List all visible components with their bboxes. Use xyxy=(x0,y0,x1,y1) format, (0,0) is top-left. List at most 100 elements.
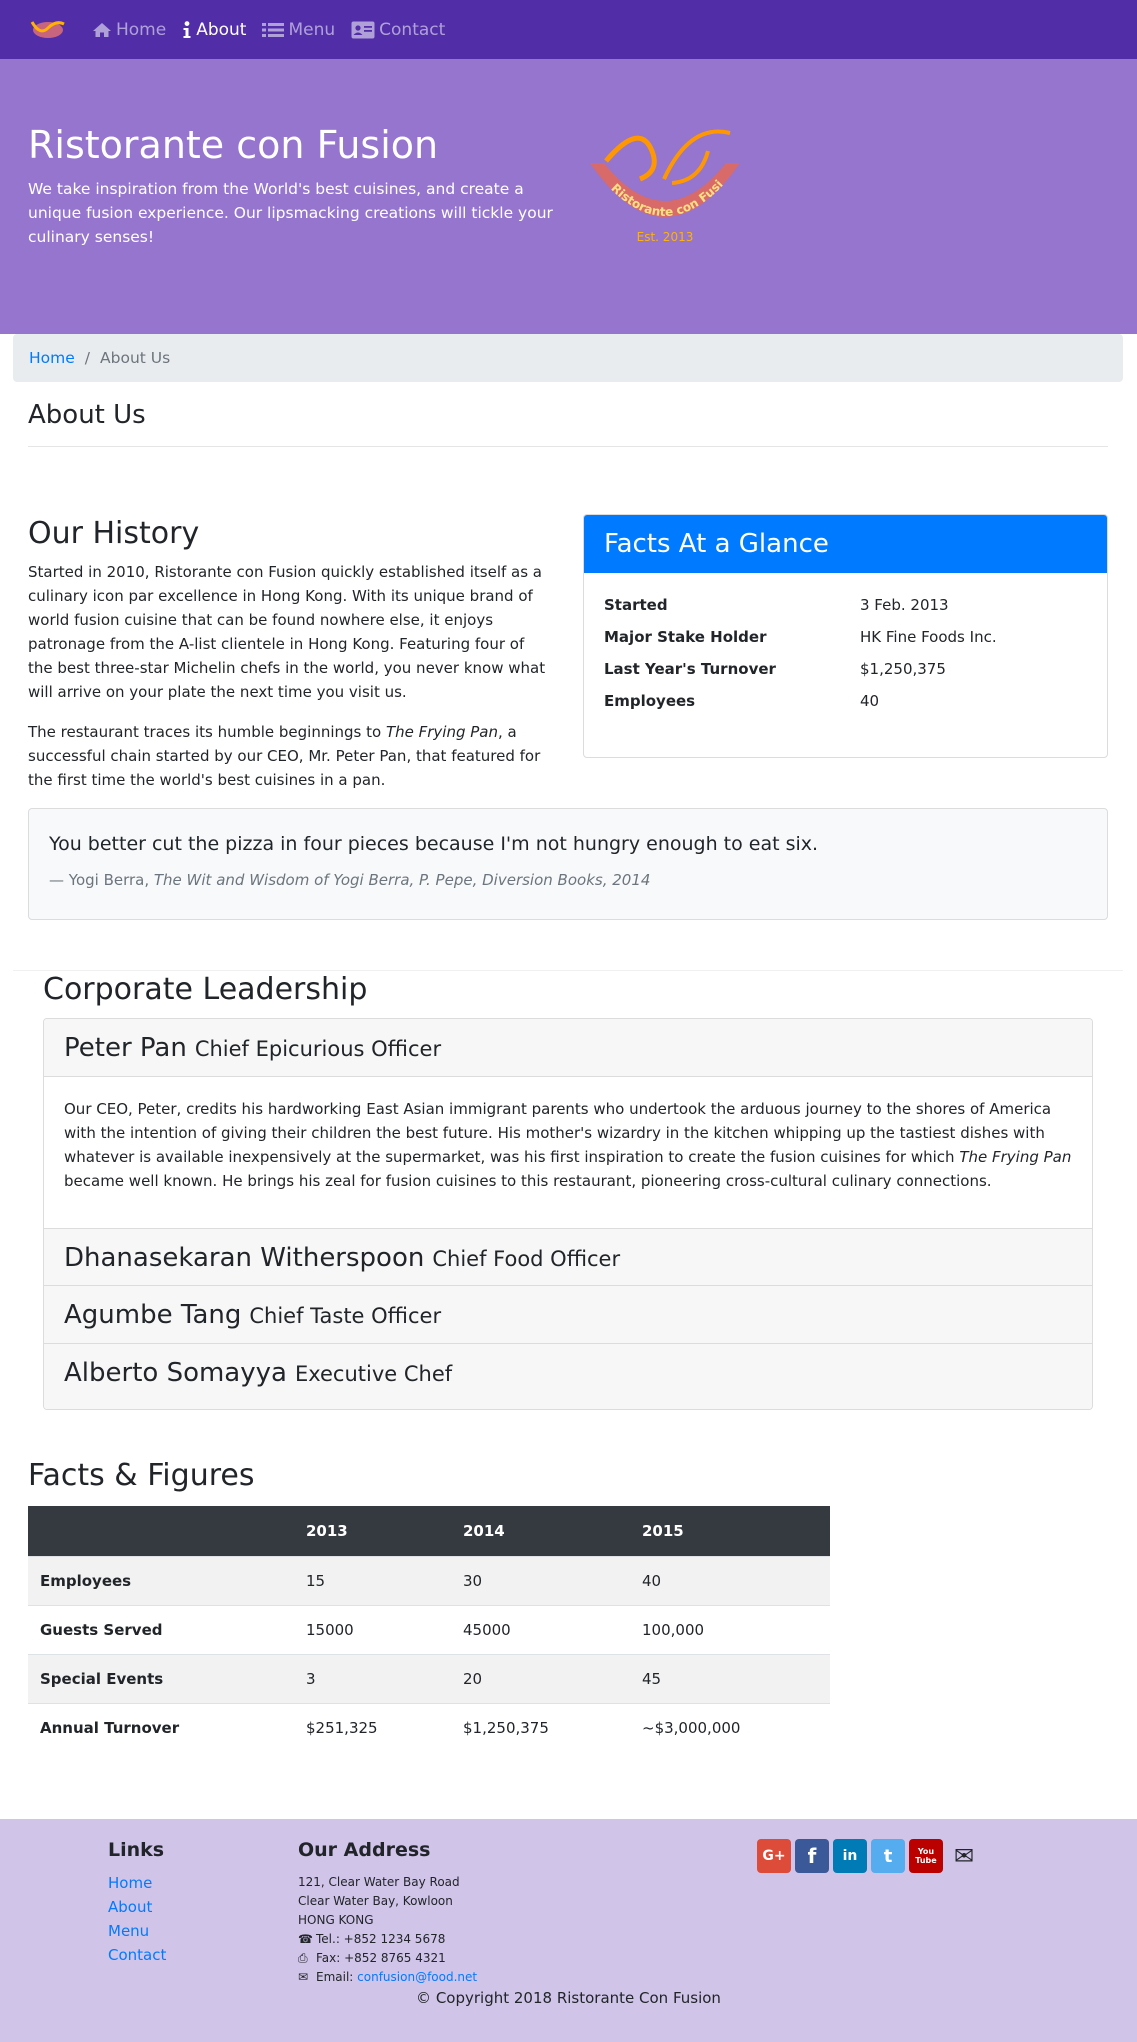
twitter-icon[interactable]: t xyxy=(871,1839,905,1873)
mail-icon[interactable]: ✉ xyxy=(947,1839,981,1873)
facts-value: $1,250,375 xyxy=(860,660,946,678)
nav-about-label: About xyxy=(196,19,247,40)
facts-value: 3 Feb. 2013 xyxy=(860,596,949,614)
youtube-icon[interactable]: You Tube xyxy=(909,1839,943,1873)
history-paragraph-1: Started in 2010, Ristorante con Fusion q… xyxy=(28,563,546,701)
google-plus-icon[interactable]: G+ xyxy=(757,1839,791,1873)
address-line: 121, Clear Water Bay Road xyxy=(298,1875,460,1889)
facts-row-stakeholder: Major Stake Holder HK Fine Foods Inc. xyxy=(604,621,1094,653)
table-cell: $251,325 xyxy=(294,1702,451,1752)
leader-name: Alberto Somayya xyxy=(64,1358,287,1388)
facts-value: HK Fine Foods Inc. xyxy=(860,628,997,646)
info-icon xyxy=(183,20,191,38)
history-p2-text: The restaurant traces its humble beginni… xyxy=(28,723,386,741)
nav-links: Home About Menu Contact xyxy=(92,0,461,59)
page-title: About Us xyxy=(28,400,146,430)
logo-est: Est. 2013 xyxy=(637,230,694,244)
table-header xyxy=(28,1506,294,1556)
nav-home-label: Home xyxy=(116,19,167,40)
leader-name: Peter Pan xyxy=(64,1033,187,1063)
restaurant-title: Ristorante con Fusion xyxy=(28,123,439,167)
blockquote: You better cut the pizza in four pieces … xyxy=(28,808,1108,920)
envelope-icon: ✉ xyxy=(298,1970,309,1984)
footer-links-title: Links xyxy=(108,1839,165,1861)
footer-address: 121, Clear Water Bay Road Clear Water Ba… xyxy=(298,1873,477,1987)
facts-row-started: Started 3 Feb. 2013 xyxy=(604,589,1094,621)
leader-bio-text: Our CEO, Peter, credits his hardworking … xyxy=(64,1100,1052,1166)
brand-logo[interactable] xyxy=(28,14,68,46)
breadcrumb-home[interactable]: Home xyxy=(29,349,75,367)
leader-role: Chief Epicurious Officer xyxy=(194,1037,442,1061)
restaurant-logo: Ristorante con Fusion Est. 2013 xyxy=(580,121,740,244)
footer: Links Home About Menu Contact Our Addres… xyxy=(0,1819,1137,2042)
leader-bio: Our CEO, Peter, credits his hardworking … xyxy=(64,1097,1074,1193)
table-row-header: Employees xyxy=(28,1555,294,1605)
footer-link-menu[interactable]: Menu xyxy=(108,1922,149,1940)
leader-header-alberto[interactable]: Alberto Somayya Executive Chef xyxy=(44,1344,1092,1409)
figures-title: Facts & Figures xyxy=(28,1458,255,1493)
leader-role: Executive Chef xyxy=(294,1362,453,1386)
facebook-icon[interactable]: f xyxy=(795,1839,829,1873)
leadership-title: Corporate Leadership xyxy=(43,972,368,1007)
breadcrumb-current: About Us xyxy=(100,349,171,367)
social-links: G+ f in t You Tube ✉ xyxy=(757,1839,985,1873)
email-label: Email: xyxy=(316,1970,358,1984)
facts-row-employees: Employees 40 xyxy=(604,685,1094,717)
address-line: Clear Water Bay, Kowloon xyxy=(298,1894,453,1908)
table-row: Annual Turnover $251,325 $1,250,375 ~$3,… xyxy=(28,1702,830,1752)
table-header: 2014 xyxy=(451,1506,630,1556)
table-header: 2015 xyxy=(630,1506,830,1556)
nav-about[interactable]: About xyxy=(182,20,246,40)
footer-link-about[interactable]: About xyxy=(108,1898,152,1916)
quote-source: The Wit and Wisdom of Yogi Berra, P. Pep… xyxy=(153,871,651,889)
linkedin-icon[interactable]: in xyxy=(833,1839,867,1873)
restaurant-tagline: We take inspiration from the World's bes… xyxy=(28,180,553,246)
leader-header-dhanasekaran[interactable]: Dhanasekaran Witherspoon Chief Food Offi… xyxy=(44,1228,1092,1286)
address-email: ✉ Email: confusion@food.net xyxy=(298,1968,477,1987)
breadcrumb-separator: / xyxy=(84,349,91,367)
leader-bio-text-end: became well known. He brings his zeal fo… xyxy=(64,1172,992,1190)
nav-home[interactable]: Home xyxy=(92,20,166,40)
figures-table: 2013 2014 2015 Employees 15 30 40 Guests… xyxy=(28,1506,830,1752)
navbar: Home About Menu Contact xyxy=(0,0,1137,59)
table-cell: 40 xyxy=(630,1555,830,1605)
facts-key: Employees xyxy=(604,692,696,710)
leader-bio-emphasis: The Frying Pan xyxy=(959,1148,1072,1166)
address-tel: ☎ Tel.: +852 1234 5678 xyxy=(298,1930,477,1949)
leader-header-peter[interactable]: Peter Pan Chief Epicurious Officer xyxy=(44,1019,1092,1077)
table-row-header: Annual Turnover xyxy=(28,1702,294,1752)
quote-citation: — Yogi Berra, The Wit and Wisdom of Yogi… xyxy=(49,871,650,889)
table-cell: 15000 xyxy=(294,1604,451,1654)
leader-header-agumbe[interactable]: Agumbe Tang Chief Taste Officer xyxy=(44,1286,1092,1344)
quote-text: You better cut the pizza in four pieces … xyxy=(49,833,819,855)
divider xyxy=(28,446,1108,447)
history-paragraph-2: The restaurant traces its humble beginni… xyxy=(28,720,553,792)
facts-key: Last Year's Turnover xyxy=(604,660,776,678)
nav-menu-label: Menu xyxy=(288,19,336,40)
table-cell: 45000 xyxy=(451,1604,630,1654)
history-title: Our History xyxy=(28,516,200,551)
table-header-row: 2013 2014 2015 xyxy=(28,1506,830,1556)
address-fax: ⎙ Fax: +852 8765 4321 xyxy=(298,1949,477,1968)
address-line: HONG KONG xyxy=(298,1913,374,1927)
nav-contact[interactable]: Contact xyxy=(351,20,445,40)
jumbotron: Ristorante con Fusion We take inspiratio… xyxy=(0,59,1137,334)
table-cell: 3 xyxy=(294,1653,451,1703)
table-cell: ~$3,000,000 xyxy=(630,1702,830,1752)
footer-links: Home About Menu Contact xyxy=(108,1871,166,1967)
nav-menu[interactable]: Menu xyxy=(262,20,335,40)
quote-author: — Yogi Berra, xyxy=(49,871,154,889)
email-link[interactable]: confusion@food.net xyxy=(357,1970,477,1984)
table-row: Employees 15 30 40 xyxy=(28,1555,830,1605)
footer-link-home[interactable]: Home xyxy=(108,1874,152,1892)
leadership-accordion: Peter Pan Chief Epicurious Officer Our C… xyxy=(43,1018,1093,1410)
nav-contact-label: Contact xyxy=(379,19,446,40)
facts-key: Started xyxy=(604,596,668,614)
breadcrumb: Home / About Us xyxy=(13,334,1123,382)
home-icon xyxy=(93,22,111,37)
table-cell: 15 xyxy=(294,1555,451,1605)
facts-card: Facts At a Glance Started 3 Feb. 2013 Ma… xyxy=(583,514,1108,758)
list-icon xyxy=(262,22,285,37)
divider xyxy=(13,970,1123,971)
footer-link-contact[interactable]: Contact xyxy=(108,1946,166,1964)
